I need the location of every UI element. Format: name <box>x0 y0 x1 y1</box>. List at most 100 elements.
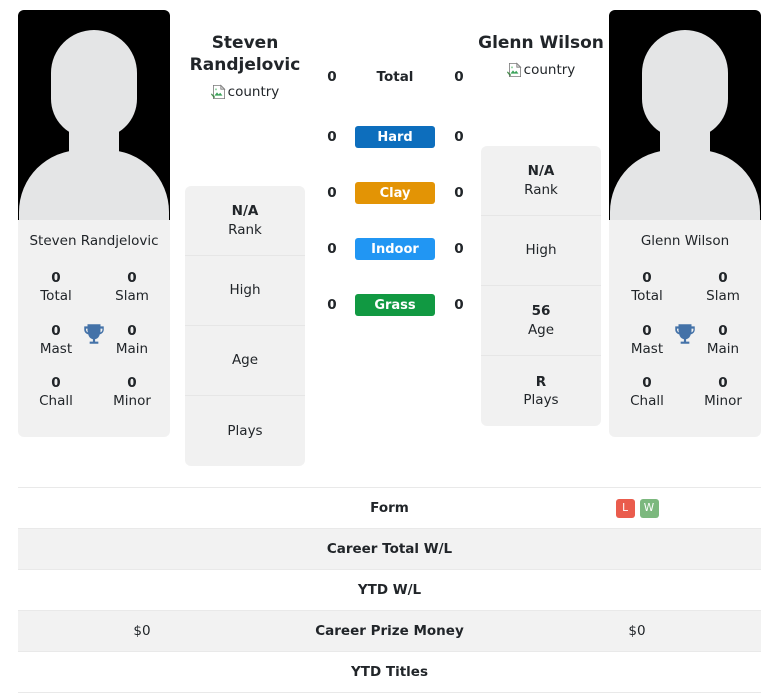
surface-breakdown: 0 Total 0 0 Hard 0 0 Clay 0 0 Indoor 0 0 <box>310 62 478 346</box>
info-card-right: N/A Rank High 56 Age R Plays <box>481 146 601 426</box>
surface-left-value: 0 <box>327 297 337 313</box>
surface-row-total: 0 Total 0 <box>310 62 478 122</box>
table-row: YTD Titles <box>18 651 761 693</box>
row-left-value <box>18 487 266 529</box>
stat-cell: 0 Total <box>609 263 685 315</box>
broken-image-icon <box>210 83 226 99</box>
player-card-left: Steven Randjelovic 0 Total 0 Slam 0 Mast… <box>18 10 170 437</box>
info-row-plays: Plays <box>185 396 305 466</box>
stat-label: Chall <box>39 393 73 410</box>
stat-label: Minor <box>704 393 742 410</box>
info-value: R <box>535 373 547 390</box>
broken-image-icon <box>506 62 522 77</box>
stat-label: Slam <box>706 288 740 305</box>
row-left-value <box>18 651 266 693</box>
stat-value: 0 <box>127 270 137 287</box>
stat-cell: 0 Total <box>18 263 94 315</box>
stat-label: Minor <box>113 393 151 410</box>
country-alt-text-right: country <box>523 61 576 78</box>
row-label: YTD Titles <box>266 651 513 693</box>
country-alt-text-left: country <box>227 83 280 100</box>
player-name-left: Steven Randjelovic <box>189 33 301 75</box>
row-left-value: $0 <box>18 610 266 652</box>
surface-badge-indoor: Indoor <box>355 238 435 260</box>
stat-label: Total <box>40 288 72 305</box>
info-value: 56 <box>531 303 551 320</box>
info-label: Rank <box>524 181 558 198</box>
table-row: $0 Career Prize Money $0 <box>18 610 761 652</box>
stat-value: 0 <box>718 270 728 287</box>
stat-cell: 0 Minor <box>94 368 170 420</box>
info-row-high: High <box>481 216 601 286</box>
surface-badge-hard: Hard <box>355 126 435 148</box>
stat-value: 0 <box>51 270 61 287</box>
surface-right-value: 0 <box>454 129 464 145</box>
surface-left-value: 0 <box>327 241 337 257</box>
surface-right-value: 0 <box>454 297 464 313</box>
info-card-left: N/A Rank High Age Plays <box>185 186 305 466</box>
row-left-value <box>18 528 266 570</box>
table-row: YTD W/L <box>18 569 761 611</box>
avatar-right <box>609 10 761 220</box>
surface-row-grass: 0 Grass 0 <box>310 290 478 346</box>
table-row: Career Total W/L <box>18 528 761 570</box>
stat-cell: 0 Slam <box>685 263 761 315</box>
form-badge-win[interactable]: W <box>639 498 659 518</box>
info-label: Age <box>231 352 259 369</box>
info-row-high: High <box>185 256 305 326</box>
stat-value: 0 <box>642 270 652 287</box>
surface-label: Total <box>376 69 414 85</box>
stat-cell: 0 Minor <box>685 368 761 420</box>
info-row-age: 56 Age <box>481 286 601 356</box>
stat-grid-right: 0 Total 0 Slam 0 Mast 0 Main 0 Chall 0 M… <box>609 251 761 436</box>
row-right-value <box>513 569 761 611</box>
stat-cell: 0 Chall <box>18 368 94 420</box>
surface-badge-clay: Clay <box>355 182 435 204</box>
surface-row-clay: 0 Clay 0 <box>310 178 478 234</box>
info-label: Rank <box>228 221 262 238</box>
form-badge-loss[interactable]: L <box>615 498 635 518</box>
avatar-left <box>18 10 170 220</box>
compare-top-section: Steven Randjelovic 0 Total 0 Slam 0 Mast… <box>0 0 779 483</box>
surface-row-indoor: 0 Indoor 0 <box>310 234 478 290</box>
info-label: High <box>229 282 261 299</box>
info-label: Plays <box>523 392 559 408</box>
player-name-right: Glenn Wilson <box>478 33 604 53</box>
player-card-right: Glenn Wilson 0 Total 0 Slam 0 Mast 0 Mai… <box>609 10 761 437</box>
stat-value: 0 <box>718 375 728 392</box>
surface-left-value: 0 <box>327 129 337 145</box>
info-value: N/A <box>527 163 555 180</box>
surface-row-hard: 0 Hard 0 <box>310 122 478 178</box>
info-row-plays: R Plays <box>481 356 601 426</box>
trophy-icon <box>84 324 104 344</box>
row-right-value <box>513 528 761 570</box>
row-label: YTD W/L <box>266 569 513 611</box>
country-flag-left: country <box>210 83 280 100</box>
trophy-icon <box>675 324 695 344</box>
stat-label: Slam <box>115 288 149 305</box>
surface-left-value: 0 <box>327 185 337 201</box>
row-right-value <box>513 651 761 693</box>
stat-grid-left: 0 Total 0 Slam 0 Mast 0 Main 0 Chall 0 M… <box>18 251 170 436</box>
info-label: Age <box>527 321 555 338</box>
comparison-table: Form L W Career Total W/L YTD W/L $0 Car… <box>18 487 761 693</box>
stat-value: 0 <box>642 375 652 392</box>
row-label: Career Prize Money <box>266 610 513 652</box>
table-row: Form L W <box>18 487 761 529</box>
surface-right-value: 0 <box>454 69 464 85</box>
country-flag-right: country <box>506 61 576 78</box>
row-right-value: $0 <box>513 610 761 652</box>
row-label: Career Total W/L <box>266 528 513 570</box>
surface-left-value: 0 <box>327 69 337 85</box>
surface-right-value: 0 <box>454 185 464 201</box>
player-header-left: Steven Randjelovic country <box>170 33 320 104</box>
stat-cell: 0 Chall <box>609 368 685 420</box>
player-comparison-page: Steven Randjelovic 0 Total 0 Slam 0 Mast… <box>0 0 779 699</box>
info-row-age: Age <box>185 326 305 396</box>
row-label: Form <box>266 487 513 529</box>
player-header-right: Glenn Wilson country <box>466 33 616 82</box>
stat-value: 0 <box>51 375 61 392</box>
stat-cell: 0 Slam <box>94 263 170 315</box>
stat-label: Chall <box>630 393 664 410</box>
player-card-name-left: Steven Randjelovic <box>29 233 159 249</box>
